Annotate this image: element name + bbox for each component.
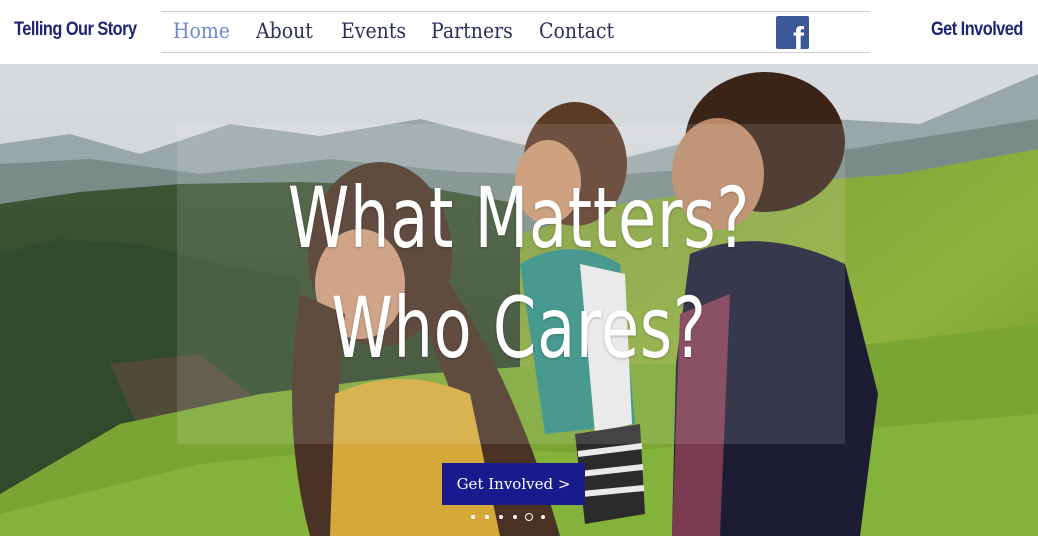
facebook-icon[interactable]: f <box>776 16 809 49</box>
nav-partners[interactable]: Partners <box>431 19 513 43</box>
nav-home[interactable]: Home <box>173 19 230 43</box>
get-involved-button[interactable]: Get Involved > <box>442 463 585 505</box>
slide-dot[interactable] <box>513 515 517 519</box>
slide-dot[interactable] <box>485 515 489 519</box>
hero-section: What Matters? Who Cares? Get Involved > <box>0 64 1038 536</box>
slide-dot[interactable] <box>499 515 503 519</box>
nav-about[interactable]: About <box>256 19 313 43</box>
slide-dot[interactable] <box>471 515 475 519</box>
facebook-glyph: f <box>793 20 804 49</box>
main-nav: Home About Events Partners Contact <box>161 11 870 53</box>
slide-dot[interactable] <box>541 515 545 519</box>
nav-contact[interactable]: Contact <box>539 19 614 43</box>
site-logo[interactable]: Telling Our Story <box>14 19 137 41</box>
slide-dot[interactable] <box>525 513 533 521</box>
nav-events[interactable]: Events <box>341 19 406 43</box>
hero-headline-line2: Who Cares? <box>331 279 707 377</box>
hero-headline-line1: What Matters? <box>287 169 751 267</box>
get-involved-link[interactable]: Get Involved <box>931 19 1023 41</box>
site-header: Telling Our Story Home About Events Part… <box>0 0 1038 64</box>
